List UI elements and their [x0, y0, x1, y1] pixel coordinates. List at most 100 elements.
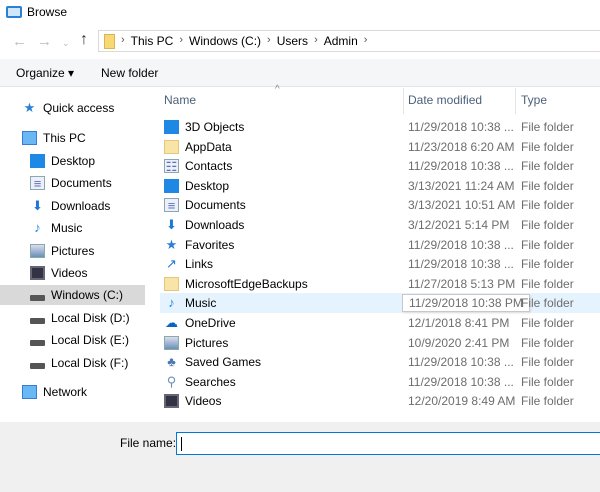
file-type: File folder [521, 374, 574, 389]
nav-item-videos[interactable]: Videos [0, 263, 87, 283]
file-type: File folder [521, 159, 574, 174]
file-type: File folder [521, 237, 574, 252]
chevron-right-icon[interactable]: › [121, 34, 125, 48]
column-header-name[interactable]: Name [164, 93, 196, 107]
new-folder-button[interactable]: New folder [101, 66, 158, 80]
date-tooltip: 11/29/2018 10:38 PM [402, 294, 530, 313]
breadcrumb-item[interactable]: This PC [131, 34, 174, 48]
file-name: Searches [185, 374, 236, 389]
nav-item-local-disk-e[interactable]: Local Disk (E:) [0, 330, 129, 350]
drive-icon [30, 340, 45, 346]
search-icon: ⚲ [166, 373, 177, 389]
file-name: Links [185, 257, 214, 272]
nav-item-local-disk-f[interactable]: Local Disk (F:) [0, 353, 128, 373]
nav-item-music[interactable]: ♪ Music [0, 218, 82, 238]
videos-icon [30, 266, 45, 280]
file-name: Saved Games [185, 355, 262, 370]
file-name: 3D Objects [185, 120, 245, 134]
file-row[interactable]: Desktop 3/13/2021 11:24 AM File folder [160, 176, 600, 196]
forward-arrow-icon[interactable]: → [37, 33, 52, 50]
pictures-icon [164, 335, 179, 350]
nav-item-label: Local Disk (E:) [51, 333, 130, 347]
nav-item-local-disk-d[interactable]: Local Disk (D:) [0, 308, 130, 328]
file-row[interactable]: MicrosoftEdgeBackups 11/27/2018 5:13 PM Fi… [160, 274, 600, 294]
nav-item-quick-access[interactable]: ★ Quick access [0, 98, 115, 118]
folder-icon [164, 139, 179, 154]
recent-locations-chevron-icon[interactable]: ⌄ [62, 38, 70, 49]
date-modified: 11/29/2018 10:38 ... [408, 257, 514, 272]
nav-item-downloads[interactable]: ⬇ Downloads [0, 196, 110, 216]
chevron-right-icon[interactable]: › [267, 34, 271, 48]
chevron-right-icon[interactable]: › [314, 34, 318, 48]
nav-item-network[interactable]: Network [0, 382, 87, 402]
file-row[interactable]: AppData 11/23/2018 6:20 AM File folder [160, 137, 600, 157]
title-bar: Browse [0, 0, 600, 25]
address-bar[interactable]: › This PC › Windows (C:) › Users › Admin › [98, 30, 600, 52]
file-row[interactable]: ≡ Documents 3/13/2021 10:51 AM File folder [160, 195, 600, 215]
nav-item-label: Pictures [51, 244, 95, 258]
nav-item-pictures[interactable]: Pictures [0, 241, 94, 261]
breadcrumb-item[interactable]: Users [277, 34, 308, 48]
chevron-right-icon[interactable]: › [179, 34, 183, 48]
file-row[interactable]: ★ Favorites 11/29/2018 10:38 ... File folde… [160, 235, 600, 255]
column-divider[interactable] [403, 88, 404, 114]
document-icon: ≡ [164, 198, 179, 213]
organize-button[interactable]: Organize ▾ [16, 66, 74, 80]
file-row[interactable]: ♪ Music 11/29/2018 10:38 PM File folder [160, 293, 600, 314]
date-modified: 11/29/2018 10:38 ... [408, 374, 514, 389]
window-title: Browse [27, 5, 68, 19]
nav-item-label: Downloads [51, 199, 111, 213]
file-name-cell: ♪ Music [164, 295, 216, 311]
breadcrumb-item[interactable]: Admin [324, 34, 358, 48]
nav-item-desktop[interactable]: Desktop [0, 151, 95, 171]
breadcrumb-item[interactable]: Windows (C:) [189, 34, 261, 48]
videos-icon [164, 394, 179, 409]
file-row[interactable]: ↗ Links 11/29/2018 10:38 ... File folder [160, 254, 600, 274]
file-row[interactable]: ♣ Saved Games 11/29/2018 10:38 ... File fol… [160, 352, 600, 372]
file-row[interactable]: ☁ OneDrive 12/1/2018 8:41 PM File folder [160, 313, 600, 333]
date-modified: 11/29/2018 10:38 ... [408, 237, 514, 252]
music-icon: ♪ [168, 295, 175, 311]
up-arrow-icon[interactable]: ↑ [80, 31, 88, 49]
contacts-icon: ☷ [164, 159, 179, 175]
file-row[interactable]: ⬇ Downloads 3/12/2021 5:14 PM File folder [160, 215, 600, 235]
file-type: File folder [521, 120, 574, 134]
nav-item-windows-c[interactable]: Windows (C:) [0, 285, 145, 305]
star-icon: ★ [23, 100, 36, 115]
file-name-cell: ↗ Links [164, 257, 214, 272]
file-type: File folder [521, 139, 574, 154]
back-arrow-icon[interactable]: ← [12, 33, 27, 50]
file-row[interactable]: 3D Objects 11/29/2018 10:38 ... File folde… [160, 117, 600, 137]
file-row[interactable]: Videos 12/20/2019 8:49 AM File folder [160, 391, 600, 411]
column-header-date-modified[interactable]: Date modified [408, 93, 482, 107]
cloud-icon: ☁ [165, 315, 178, 330]
file-row[interactable]: Pictures 10/9/2020 2:41 PM File folder [160, 333, 600, 353]
nav-item-this-pc[interactable]: This PC [0, 128, 86, 148]
file-name: MicrosoftEdgeBackups [185, 276, 308, 291]
date-modified: 3/13/2021 10:51 AM [408, 198, 516, 213]
file-row[interactable]: ☷ Contacts 11/29/2018 10:38 ... File folder [160, 156, 600, 176]
file-name-cell: ☁ OneDrive [164, 315, 236, 331]
date-modified: 11/29/2018 10:38 ... [408, 159, 514, 174]
document-icon: ≡ [30, 176, 45, 191]
file-name-input[interactable] [176, 432, 600, 455]
nav-item-label: Music [51, 221, 83, 235]
chevron-right-icon[interactable]: › [364, 34, 368, 48]
desktop-icon [164, 178, 179, 193]
3d-icon [164, 120, 179, 134]
file-name-cell: ♣ Saved Games [164, 355, 262, 370]
file-name-cell: 3D Objects [164, 120, 244, 134]
file-list: ^ Name Date modified Type 3D Objects 11/2… [155, 84, 600, 422]
file-row[interactable]: ⚲ Searches 11/29/2018 10:38 ... File folder [160, 372, 600, 392]
breadcrumb: › This PC › Windows (C:) › Users › Admin › [121, 34, 367, 48]
file-name-cell: ⬇ Downloads [164, 218, 244, 233]
nav-item-documents[interactable]: ≡ Documents [0, 173, 112, 193]
file-type: File folder [521, 198, 574, 213]
nav-item-label: Windows (C:) [51, 288, 124, 302]
column-header-type[interactable]: Type [521, 93, 547, 107]
column-divider[interactable] [515, 88, 516, 114]
file-name: Videos [185, 394, 222, 409]
network-icon [22, 385, 37, 399]
file-type: File folder [521, 355, 574, 370]
file-name-cell: Pictures [164, 335, 228, 350]
